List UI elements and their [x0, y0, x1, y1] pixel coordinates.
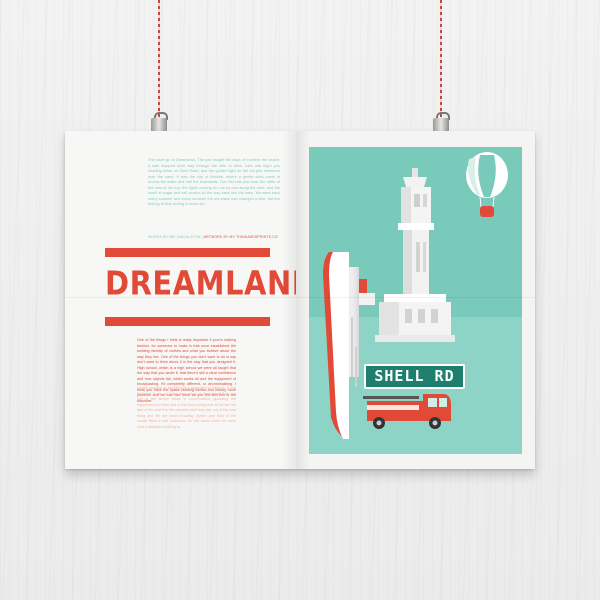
hanging-string-left — [158, 0, 160, 118]
title-bar-bottom — [105, 317, 270, 326]
credit-highlight: ARTWORK BY MY THINKANDSPRINTS.CO — [203, 235, 278, 239]
intro-text: The short go to Dreamland. The just caug… — [148, 158, 280, 206]
fire-truck-icon — [363, 394, 451, 429]
clock-tower-icon — [375, 168, 455, 342]
hanging-string-right — [440, 0, 442, 118]
street-sign-shell-rd: SHELL RD — [364, 364, 465, 389]
hot-air-balloon-icon — [466, 152, 508, 217]
body-text-faded: Hardly possible to identify just a separ… — [137, 386, 236, 429]
illustration-panel: SHELL RD — [309, 147, 522, 454]
title-bar-top — [105, 248, 270, 257]
illustration — [323, 152, 508, 439]
poster-right-page: SHELL RD — [296, 131, 535, 469]
poster-left-page: The short go to Dreamland. The just caug… — [65, 131, 316, 469]
credit-line: WORDS BY MR. DAN ALSTON | ARTWORK BY MY … — [148, 235, 280, 239]
poster: The short go to Dreamland. The just caug… — [65, 131, 535, 469]
credit-label: WORDS BY MR. DAN ALSTON | — [148, 235, 203, 239]
